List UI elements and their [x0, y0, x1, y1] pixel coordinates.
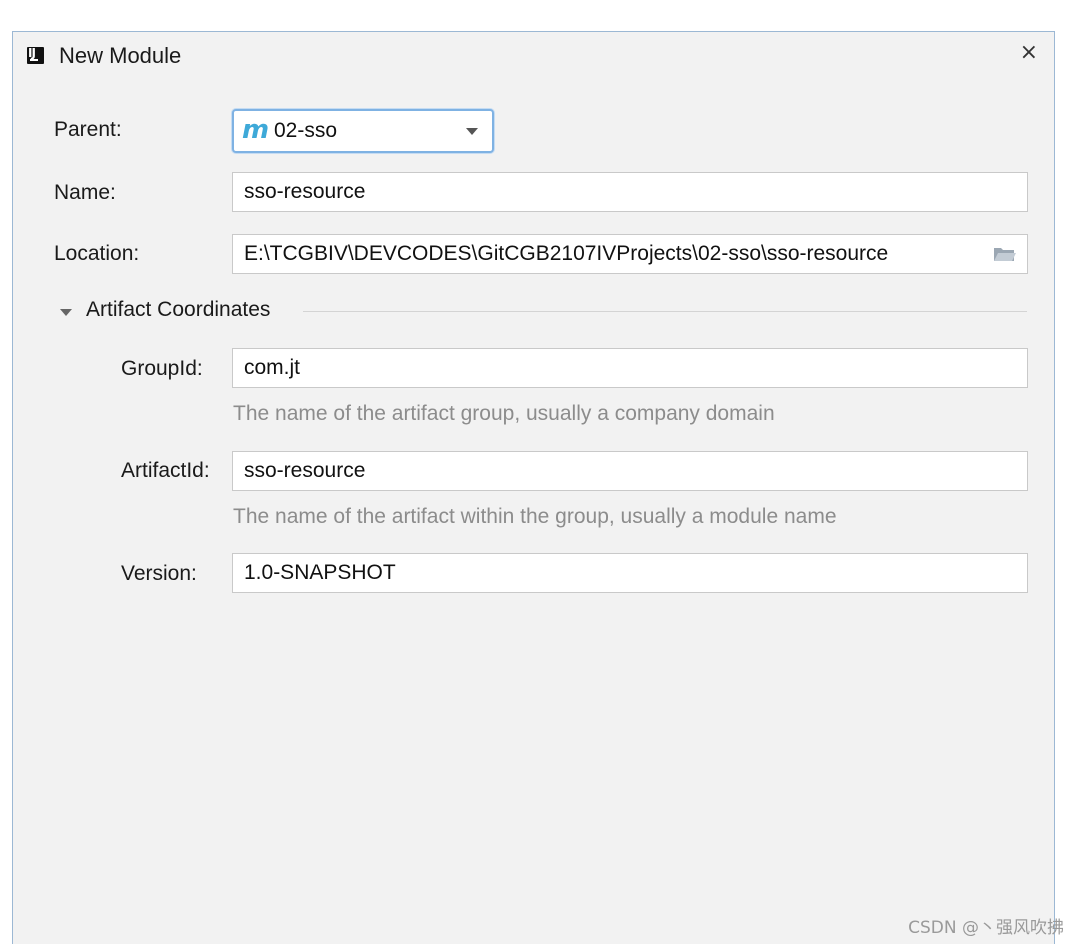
name-field[interactable]: sso-resource: [232, 172, 1028, 212]
parent-label: Parent:: [54, 118, 122, 141]
groupid-label: GroupId:: [121, 357, 203, 380]
chevron-down-icon: [466, 128, 478, 135]
section-collapse-toggle-icon[interactable]: [60, 309, 72, 316]
artifactid-label: ArtifactId:: [121, 459, 210, 482]
close-icon[interactable]: ×: [1020, 40, 1038, 65]
artifactid-hint: The name of the artifact within the grou…: [233, 505, 837, 528]
title-bar: IJ New Module ×: [13, 32, 1054, 78]
location-field[interactable]: E:\TCGBIV\DEVCODES\GitCGB2107IVProjects\…: [232, 234, 1028, 274]
folder-icon[interactable]: [993, 245, 1017, 263]
name-label: Name:: [54, 181, 116, 204]
parent-dropdown[interactable]: m 02-sso: [232, 109, 494, 153]
intellij-app-icon: IJ: [27, 46, 44, 64]
maven-module-icon: m: [242, 115, 270, 145]
artifact-coordinates-heading[interactable]: Artifact Coordinates: [86, 298, 270, 322]
groupid-field[interactable]: com.jt: [232, 348, 1028, 388]
version-label: Version:: [121, 562, 197, 585]
location-label: Location:: [54, 242, 140, 265]
artifactid-field[interactable]: sso-resource: [232, 451, 1028, 491]
section-divider: [303, 311, 1027, 312]
location-value: E:\TCGBIV\DEVCODES\GitCGB2107IVProjects\…: [244, 242, 889, 265]
version-field[interactable]: 1.0-SNAPSHOT: [232, 553, 1028, 593]
new-module-dialog: IJ New Module × Parent: m 02-sso Name: s…: [12, 31, 1055, 944]
parent-value: 02-sso: [274, 119, 338, 142]
groupid-hint: The name of the artifact group, usually …: [233, 402, 775, 425]
dialog-title: New Module: [59, 43, 182, 68]
csdn-watermark: CSDN @丶强风吹拂: [908, 918, 1064, 938]
